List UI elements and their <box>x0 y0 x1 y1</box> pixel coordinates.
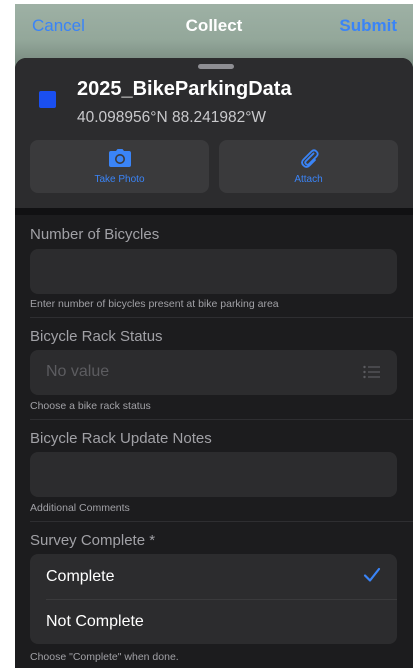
bicycles-input[interactable] <box>30 249 397 294</box>
navigation-bar: Cancel Collect Submit <box>15 4 413 48</box>
section-divider <box>15 208 413 215</box>
attach-button[interactable]: Attach <box>219 140 398 193</box>
camera-icon <box>108 149 131 167</box>
choice-complete-label: Complete <box>46 567 115 585</box>
bicycles-hint: Enter number of bicycles present at bike… <box>30 298 279 310</box>
survey-complete-choices: Complete Not Complete <box>30 554 397 644</box>
choice-not-complete-label: Not Complete <box>46 612 144 630</box>
collect-sheet: 2025_BikeParkingData 40.098956°N 88.2419… <box>15 58 413 668</box>
bicycles-label: Number of Bicycles <box>30 226 160 243</box>
rack-status-label: Bicycle Rack Status <box>30 328 163 345</box>
list-icon <box>363 365 380 379</box>
notes-hint: Additional Comments <box>30 502 130 514</box>
rack-status-value: No value <box>46 363 110 380</box>
sheet-grabber[interactable] <box>198 64 234 69</box>
field-separator <box>30 419 413 420</box>
survey-complete-label: Survey Complete * <box>30 532 156 549</box>
feature-header: 2025_BikeParkingData 40.098956°N 88.2419… <box>15 58 413 208</box>
rack-status-select[interactable]: No value <box>30 350 397 395</box>
paperclip-icon <box>300 149 319 168</box>
cancel-button[interactable]: Cancel <box>32 16 85 36</box>
attach-label: Attach <box>294 174 323 185</box>
survey-complete-hint: Choose "Complete" when done. <box>30 651 179 663</box>
layer-symbol-swatch <box>39 91 56 108</box>
choice-not-complete[interactable]: Not Complete <box>30 599 397 644</box>
notes-input[interactable] <box>30 452 397 497</box>
field-separator <box>30 317 413 318</box>
layer-name: 2025_BikeParkingData <box>77 78 292 100</box>
field-separator <box>30 521 413 522</box>
rack-status-hint: Choose a bike rack status <box>30 400 151 412</box>
notes-label: Bicycle Rack Update Notes <box>30 430 212 447</box>
take-photo-button[interactable]: Take Photo <box>30 140 209 193</box>
take-photo-label: Take Photo <box>94 174 145 185</box>
location-coordinates: 40.098956°N 88.241982°W <box>77 109 267 126</box>
left-margin <box>0 0 15 668</box>
submit-button[interactable]: Submit <box>339 16 397 36</box>
checkmark-icon <box>363 567 381 582</box>
choice-complete[interactable]: Complete <box>30 554 397 599</box>
